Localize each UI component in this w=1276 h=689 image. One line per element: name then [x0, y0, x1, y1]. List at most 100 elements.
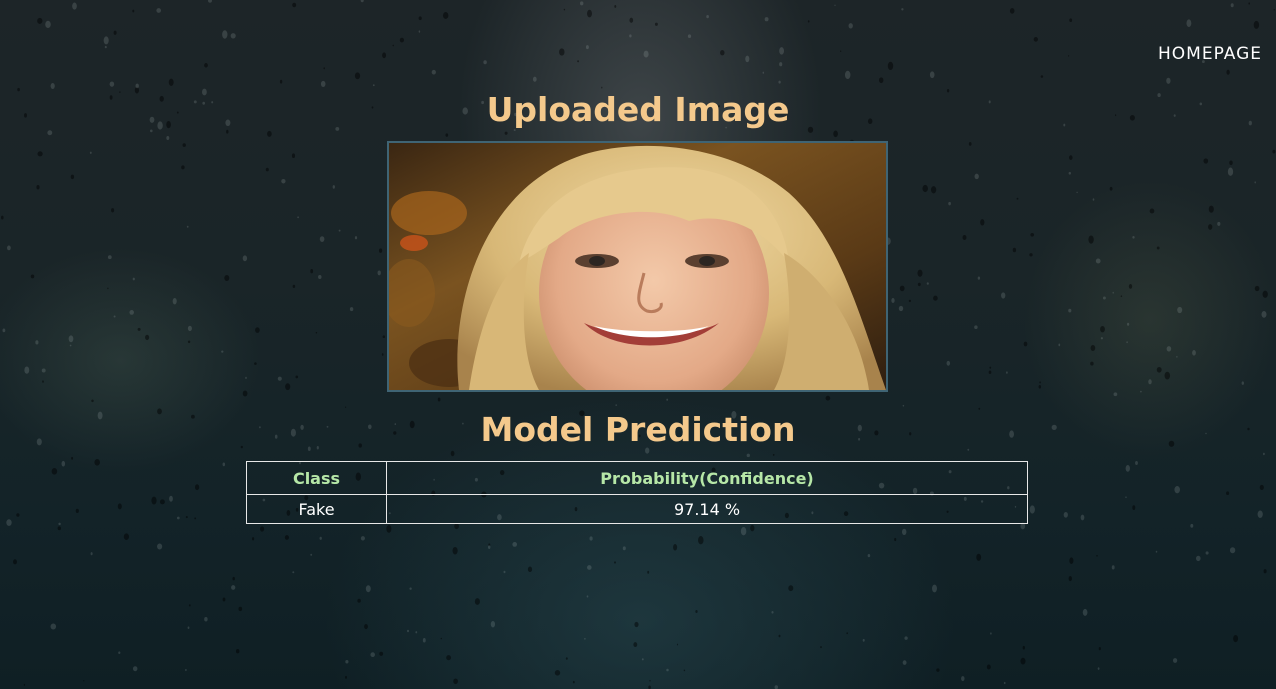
rain-drop	[745, 55, 750, 63]
rain-drop	[169, 495, 173, 502]
rain-drop	[750, 524, 755, 532]
rain-drop	[1176, 355, 1178, 358]
rain-drop	[185, 516, 188, 519]
rain-drop	[1098, 647, 1101, 651]
rain-drop	[159, 499, 165, 505]
rain-drop	[238, 606, 243, 612]
rain-drop	[1272, 149, 1276, 154]
rain-drop	[372, 84, 375, 87]
rain-drop	[532, 76, 537, 82]
rain-drop	[392, 44, 394, 47]
rain-drop	[440, 637, 443, 640]
rain-drop	[579, 1, 584, 6]
rain-drop	[1003, 681, 1006, 685]
rain-drop	[1082, 608, 1088, 616]
rain-drop	[589, 536, 593, 541]
rain-drop	[666, 668, 669, 672]
rain-drop	[834, 4, 836, 7]
rain-drop	[450, 450, 455, 457]
rain-drop	[242, 390, 248, 397]
rain-drop	[41, 368, 46, 373]
rain-drop	[103, 36, 109, 45]
rain-drop	[150, 129, 153, 133]
rain-drop	[51, 468, 58, 475]
face-photo	[389, 143, 886, 390]
rain-drop	[917, 282, 921, 287]
rain-drop	[35, 340, 39, 345]
rain-drop	[267, 130, 272, 137]
rain-drop	[887, 61, 894, 71]
rain-drop	[1125, 465, 1130, 472]
rain-drop	[615, 404, 618, 406]
rain-drop	[1033, 37, 1038, 42]
rain-drop	[908, 299, 912, 303]
rain-drop	[848, 23, 853, 29]
rain-drop	[585, 45, 589, 50]
rain-drop	[932, 584, 937, 593]
rain-drop	[989, 366, 992, 369]
rain-drop	[30, 274, 35, 279]
rain-drop	[418, 30, 421, 33]
rain-drop	[1226, 69, 1230, 75]
rain-drop	[24, 366, 30, 374]
rain-drop	[242, 255, 248, 262]
rain-drop	[936, 668, 940, 672]
rain-drop	[1203, 158, 1209, 164]
rain-drop	[1166, 346, 1172, 352]
uploaded-image	[387, 141, 888, 392]
rain-drop	[277, 376, 282, 381]
rain-drop	[16, 513, 20, 517]
rain-drop	[891, 298, 895, 303]
rain-drop	[974, 173, 979, 180]
rain-drop	[1126, 322, 1130, 326]
rain-drop	[488, 543, 491, 547]
rain-drop	[137, 327, 141, 331]
rain-drop	[71, 456, 74, 460]
rain-drop	[431, 69, 436, 75]
rain-drop	[648, 685, 651, 689]
rain-drop	[488, 545, 491, 549]
rain-drop	[442, 12, 449, 19]
rain-drop	[265, 167, 269, 172]
rain-drop	[357, 598, 361, 603]
rain-drop	[1172, 658, 1178, 663]
rain-drop	[986, 664, 991, 670]
rain-drop	[75, 508, 79, 514]
rain-drop	[1001, 292, 1006, 299]
rain-drop	[1068, 308, 1072, 313]
rain-drop	[45, 20, 51, 29]
rain-drop	[577, 60, 580, 63]
rain-drop	[36, 184, 40, 190]
rain-drop	[187, 325, 192, 332]
rain-drop	[1155, 550, 1158, 553]
rain-drop	[320, 80, 326, 87]
rain-drop	[382, 52, 387, 59]
rain-drop	[151, 496, 157, 505]
rain-drop	[1069, 18, 1073, 23]
rain-drop	[1090, 345, 1096, 351]
rain-drop	[354, 236, 358, 240]
rain-drop	[1192, 350, 1196, 356]
rain-drop	[284, 535, 290, 540]
rain-drop	[980, 219, 985, 226]
rain-drop	[1080, 514, 1085, 521]
rain-drop	[91, 399, 94, 403]
rain-drop	[1016, 197, 1019, 200]
rain-drop	[647, 570, 650, 574]
rain-drop	[825, 395, 831, 401]
rain-drop	[222, 597, 226, 602]
rain-drop	[360, 536, 365, 541]
rain-drop	[111, 208, 115, 213]
homepage-link[interactable]: HOMEPAGE	[1158, 44, 1262, 64]
rain-drop	[281, 178, 286, 184]
rain-drop	[1012, 247, 1017, 253]
rain-drop	[360, 0, 364, 3]
rain-drop	[166, 135, 170, 141]
rain-drop	[452, 546, 458, 555]
rain-drop	[69, 344, 72, 347]
rain-drop	[779, 47, 785, 55]
rain-drop	[295, 375, 299, 379]
rain-drop	[1233, 634, 1239, 643]
rain-drop	[634, 621, 639, 628]
rain-drop	[168, 78, 174, 86]
